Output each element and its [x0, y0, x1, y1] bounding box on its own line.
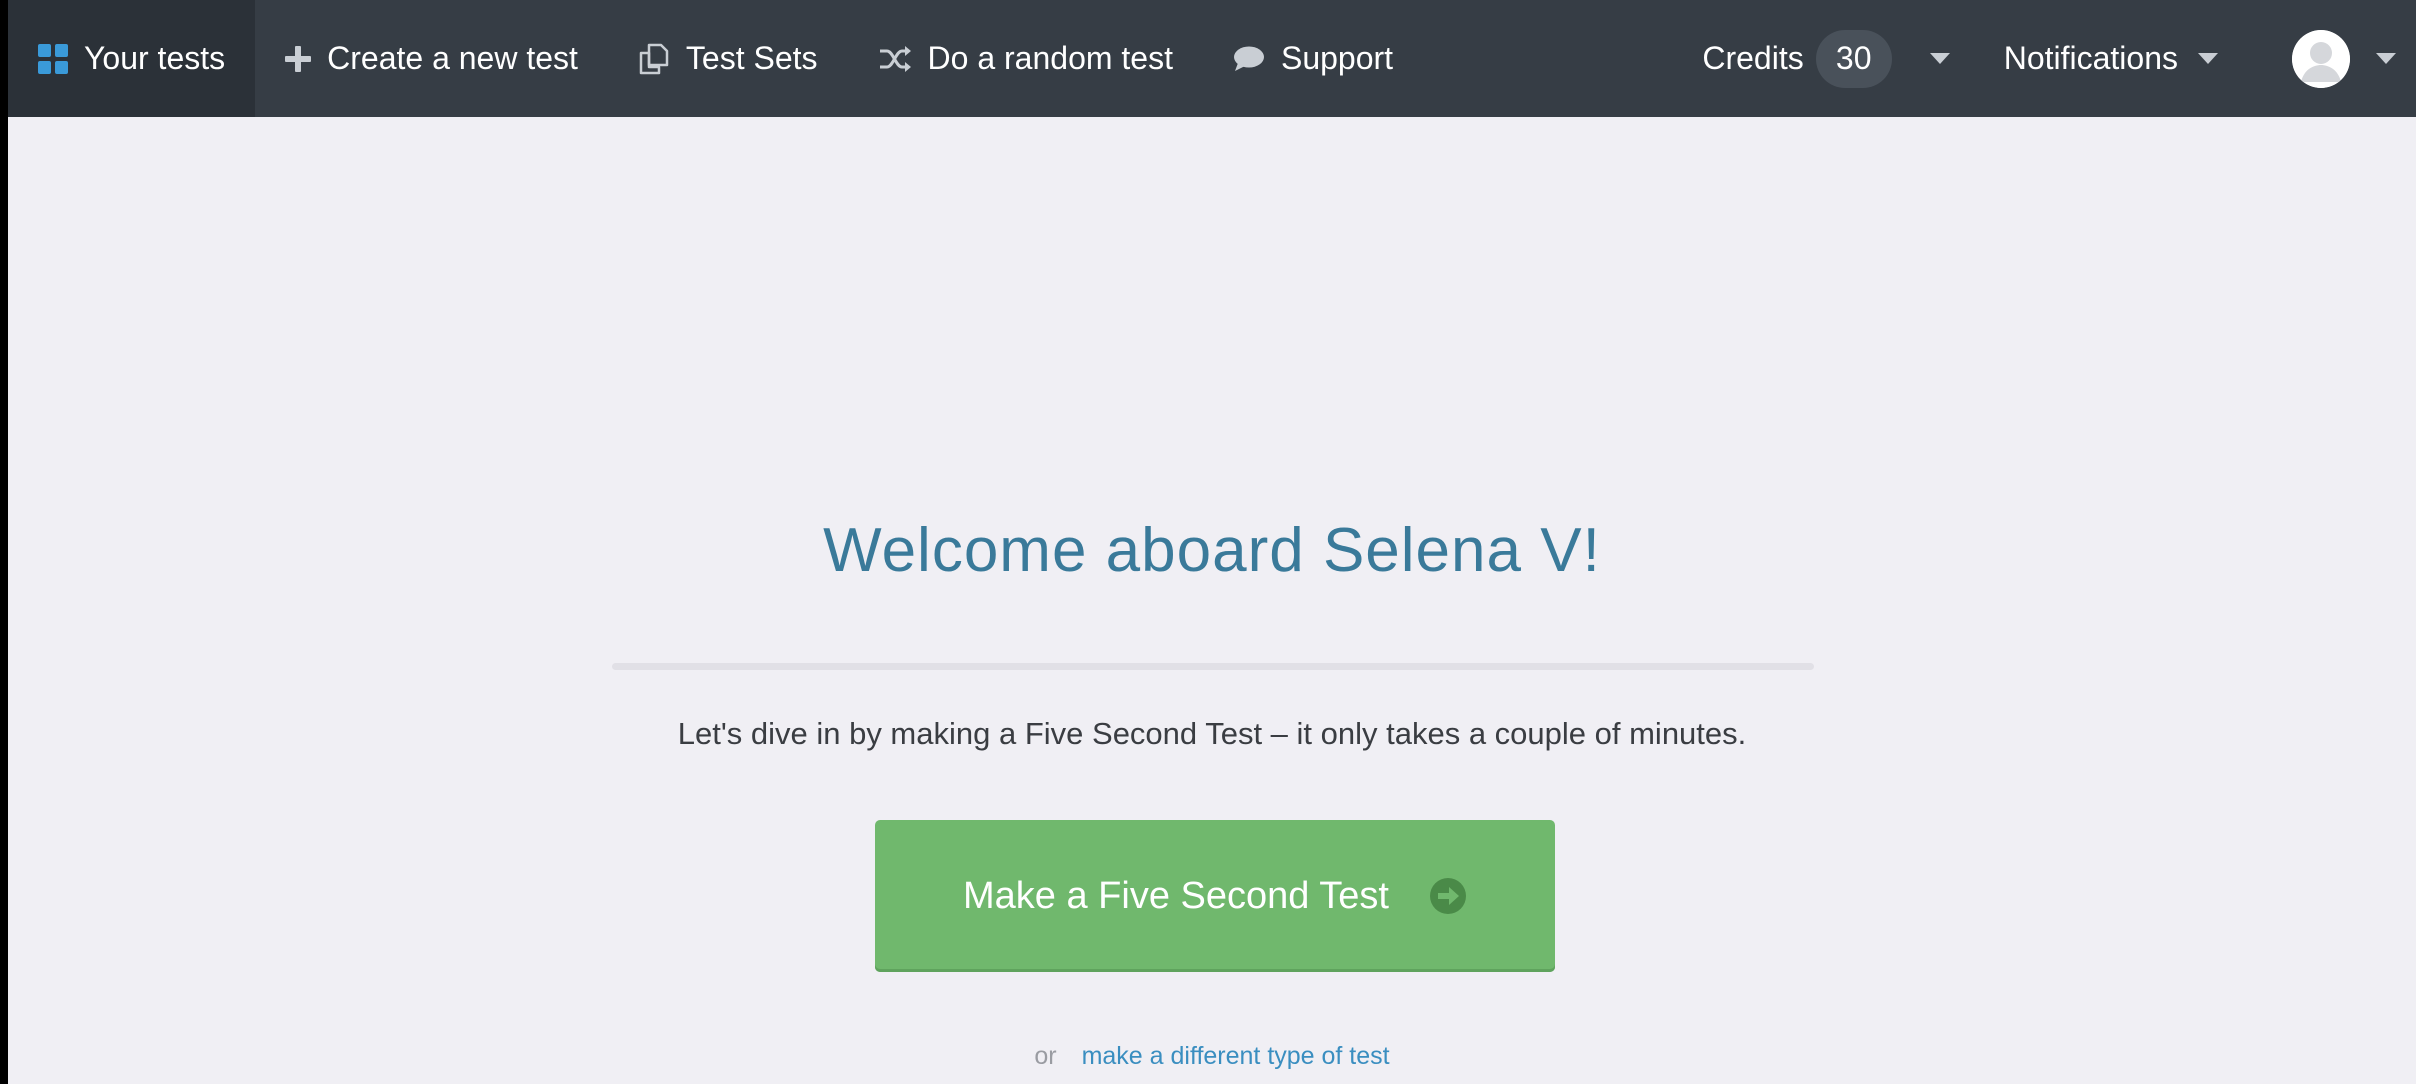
user-silhouette-icon: [2292, 29, 2350, 88]
nav-support[interactable]: Support: [1203, 0, 1423, 117]
nav-your-tests[interactable]: Your tests: [8, 0, 256, 117]
credits-dropdown-toggle[interactable]: [1910, 0, 1970, 117]
notifications-label: Notifications: [2003, 40, 2178, 76]
plus-icon: [285, 45, 312, 72]
chevron-down-icon: [1929, 53, 1950, 64]
grid-icon: [38, 43, 68, 74]
credits-badge: 30: [1815, 29, 1892, 88]
nav-create-new-test[interactable]: Create a new test: [255, 0, 608, 117]
copy-icon: [638, 43, 670, 75]
nav-random-test-label: Do a random test: [927, 40, 1173, 76]
notifications-menu[interactable]: Notifications: [2004, 40, 2178, 77]
cta-label: Make a Five Second Test: [963, 874, 1389, 917]
nav-right-group: Credits 30 Notifications: [1702, 0, 2416, 117]
user-menu-dropdown-toggle[interactable]: [2350, 0, 2416, 117]
speech-bubble-icon: [1233, 45, 1265, 73]
divider: [612, 663, 1814, 670]
chevron-down-icon: [2376, 53, 2396, 64]
different-test-type-link[interactable]: make a different type of test: [1082, 1042, 1390, 1070]
nav-test-sets-label: Test Sets: [685, 40, 818, 76]
nav-your-tests-label: Your tests: [84, 40, 226, 76]
notifications-dropdown-toggle[interactable]: [2178, 0, 2238, 117]
credits-menu[interactable]: Credits 30: [1702, 29, 1892, 88]
intro-text: Let's dive in by making a Five Second Te…: [677, 716, 1747, 751]
nav-support-label: Support: [1280, 40, 1394, 76]
make-five-second-test-button[interactable]: Make a Five Second Test: [875, 820, 1555, 972]
or-text: or: [1034, 1042, 1057, 1070]
chevron-down-icon: [2198, 53, 2218, 64]
shuffle-icon: [878, 45, 912, 73]
welcome-heading: Welcome aboard Selena V!: [823, 516, 1601, 585]
nav-create-new-test-label: Create a new test: [327, 40, 578, 76]
app-frame: Your tests Create a new test Test Sets D…: [8, 0, 2416, 1084]
nav-random-test[interactable]: Do a random test: [848, 0, 1203, 117]
arrow-circle-right-icon: [1429, 877, 1467, 915]
nav-test-sets[interactable]: Test Sets: [608, 0, 848, 117]
avatar[interactable]: [2292, 29, 2350, 88]
top-navigation: Your tests Create a new test Test Sets D…: [8, 0, 2416, 117]
alternative-test-line: or make a different type of test: [8, 1042, 2416, 1071]
credits-label: Credits: [1702, 40, 1804, 76]
